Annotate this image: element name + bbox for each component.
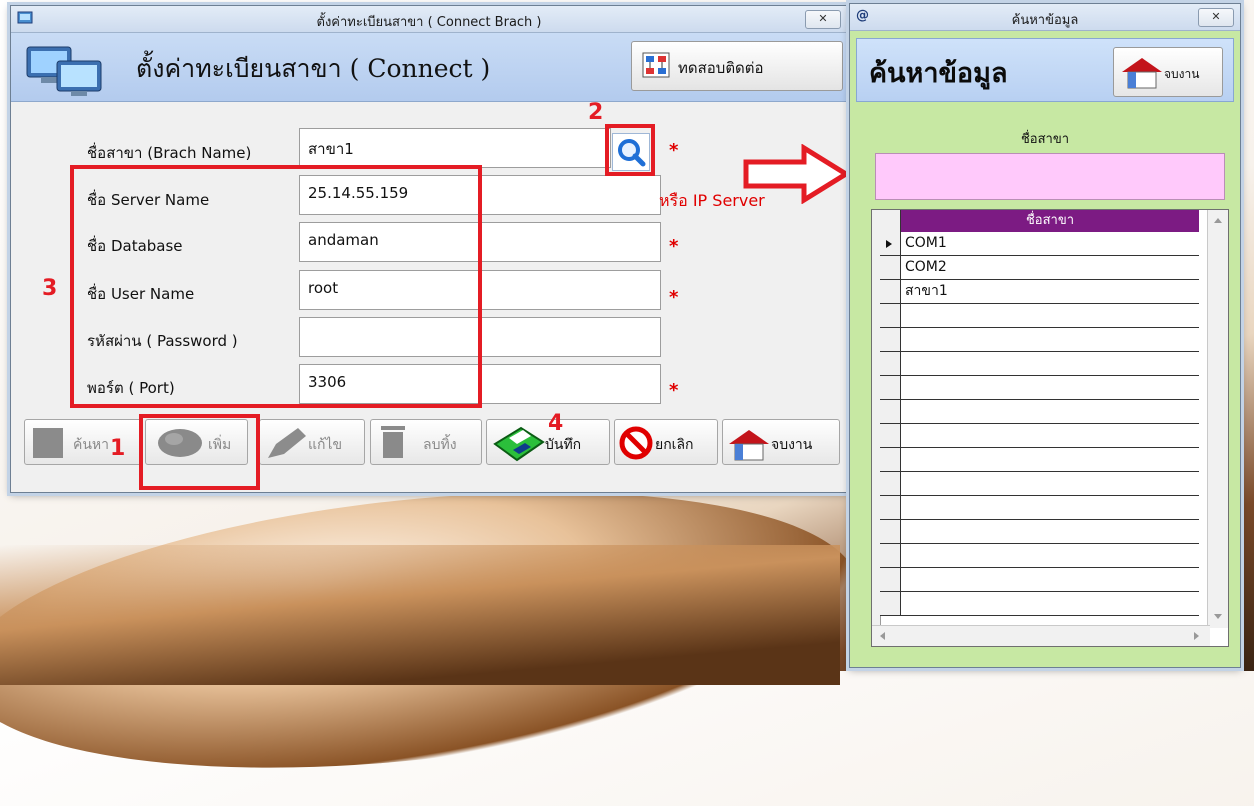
branch-name-field[interactable]: สาขา1: [299, 128, 611, 168]
row-selector: [880, 448, 901, 472]
branch-search-label: ชื่อสาขา: [1020, 132, 1070, 147]
row-selector: [880, 328, 901, 352]
pencil-icon: [268, 428, 306, 458]
row-selector[interactable]: [880, 256, 901, 280]
row-selector: [880, 304, 901, 328]
branch-name-label: ชื่อสาขา (Brach Name): [87, 144, 252, 162]
title-bar: ตั้งค่าทะเบียนสาขา ( Connect Brach ) ✕: [11, 6, 847, 33]
annotation-number-4: 4: [548, 411, 564, 436]
table-row[interactable]: สาขา1: [901, 280, 1199, 304]
empty-row: [901, 376, 1199, 400]
vertical-scrollbar[interactable]: [1207, 210, 1228, 628]
row-selector: [880, 424, 901, 448]
title-bar: @ ค้นหาข้อมูล ✕: [850, 4, 1240, 31]
branch-grid[interactable]: ชื่อสาขา COM1 COM2 สาขา1: [871, 209, 1229, 647]
search-button-label: ค้นหา: [73, 437, 110, 453]
delete-button-label: ลบทิ้ง: [423, 437, 457, 453]
branch-search-input[interactable]: [875, 153, 1225, 200]
row-selector: [880, 352, 901, 376]
row-selector: [880, 568, 901, 592]
close-app-label: จบงาน: [1164, 67, 1200, 81]
horizontal-scrollbar[interactable]: [872, 625, 1210, 646]
cancel-button-label: ยกเลิก: [655, 437, 694, 453]
grid-corner: [880, 210, 901, 233]
empty-row: [901, 592, 1199, 616]
computers-icon: [26, 46, 102, 96]
delete-button[interactable]: ลบทิ้ง: [370, 419, 482, 465]
trash-icon: [381, 426, 405, 458]
table-row[interactable]: COM1: [901, 232, 1199, 256]
search-data-window: @ ค้นหาข้อมูล ✕ ค้นหาข้อมูล จบงาน ชื่อสา…: [849, 3, 1241, 668]
scroll-arrows-icon: [880, 632, 1199, 640]
empty-row: [901, 304, 1199, 328]
row-selector: [880, 400, 901, 424]
no-entry-icon: [619, 426, 653, 460]
empty-row: [901, 544, 1199, 568]
required-mark: *: [669, 236, 679, 257]
empty-row: [901, 496, 1199, 520]
empty-row: [901, 352, 1199, 376]
scroll-arrows-icon: [1214, 218, 1222, 619]
annotation-number-2: 2: [588, 100, 604, 125]
empty-row: [901, 472, 1199, 496]
required-mark: *: [669, 380, 679, 401]
row-selector[interactable]: [880, 232, 901, 256]
annotation-box-1: [139, 414, 260, 490]
required-mark: *: [669, 140, 679, 161]
annotation-number-3: 3: [42, 276, 58, 301]
empty-row: [901, 568, 1199, 592]
row-selector: [880, 376, 901, 400]
background-swoosh-lower: [0, 545, 840, 685]
empty-row: [901, 520, 1199, 544]
network-icon: [642, 52, 670, 78]
home-icon: [1122, 58, 1162, 89]
row-selector: [880, 472, 901, 496]
row-selector: [880, 592, 901, 616]
close-app-label: จบงาน: [771, 437, 813, 453]
annotation-box-2: [605, 124, 655, 176]
window-title: ตั้งค่าทะเบียนสาขา ( Connect Brach ): [316, 15, 542, 30]
row-selector[interactable]: [880, 280, 901, 304]
row-selector: [880, 544, 901, 568]
header-band: ค้นหาข้อมูล จบงาน: [856, 38, 1234, 102]
empty-row: [901, 424, 1199, 448]
floppy-disk-icon: [493, 426, 545, 462]
close-app-button[interactable]: จบงาน: [722, 419, 840, 465]
column-header-branch-name[interactable]: ชื่อสาขา: [901, 210, 1199, 232]
empty-row: [901, 448, 1199, 472]
test-connection-button[interactable]: ทดสอบติดต่อ: [631, 41, 843, 91]
required-mark: *: [669, 287, 679, 308]
empty-row: [901, 328, 1199, 352]
edit-button-label: แก้ไข: [308, 437, 343, 453]
annotation-number-1: 1: [110, 436, 126, 461]
page-title: ค้นหาข้อมูล: [869, 58, 1008, 89]
header-band: ตั้งค่าทะเบียนสาขา ( Connect ) ทดสอบติดต…: [11, 33, 847, 102]
home-icon: [729, 430, 769, 461]
edit-button[interactable]: แก้ไข: [259, 419, 365, 465]
cancel-button[interactable]: ยกเลิก: [614, 419, 718, 465]
row-selector: [880, 496, 901, 520]
current-row-icon: [886, 240, 892, 248]
test-connection-label: ทดสอบติดต่อ: [678, 59, 764, 77]
close-app-button[interactable]: จบงาน: [1113, 47, 1223, 97]
table-row[interactable]: COM2: [901, 256, 1199, 280]
save-button-label: บันทึก: [545, 437, 582, 453]
annotation-box-3: [70, 165, 482, 408]
page-title: ตั้งค่าทะเบียนสาขา ( Connect ): [136, 54, 491, 83]
row-selector: [880, 520, 901, 544]
empty-row: [901, 400, 1199, 424]
blank-icon: [33, 428, 63, 458]
arrow-icon: [743, 144, 851, 204]
window-title: ค้นหาข้อมูล: [1011, 13, 1079, 28]
close-icon[interactable]: ✕: [805, 10, 841, 29]
close-icon[interactable]: ✕: [1198, 8, 1234, 27]
